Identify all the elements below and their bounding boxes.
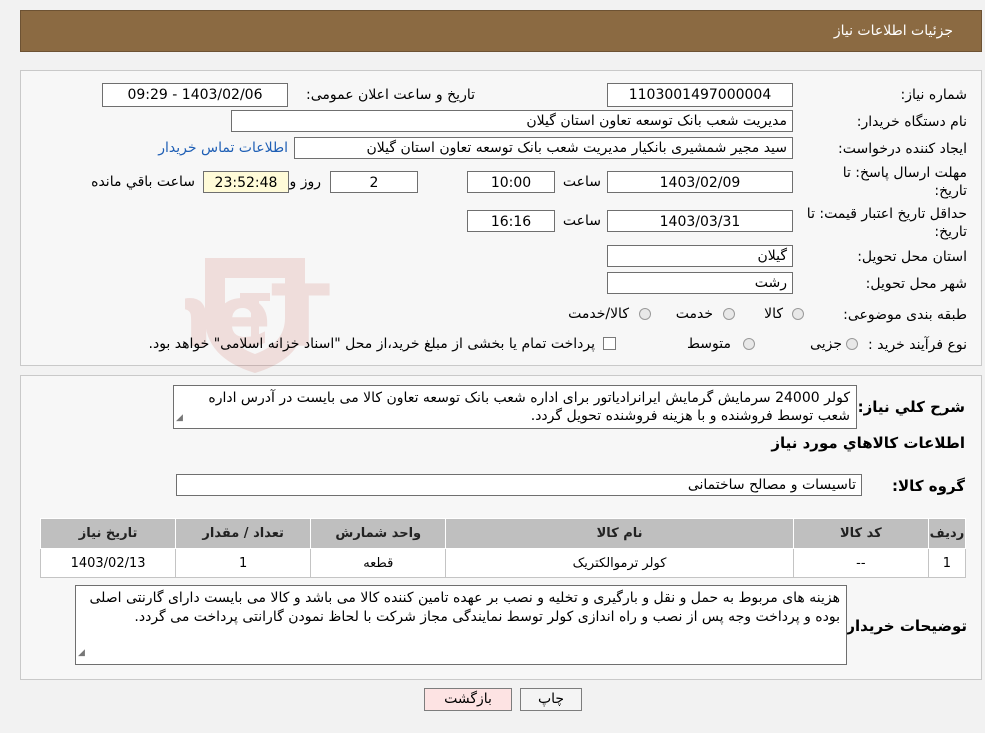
purchase-type-label: نوع فرآیند خرید : <box>868 337 967 353</box>
purchase-type-option-medium: متوسط <box>687 336 731 352</box>
deadline-time-field: 10:00 <box>467 171 555 193</box>
unit-cell: قطعه <box>310 548 447 578</box>
goods-section-title: اطلاعات کالاهاي مورد نياز <box>771 434 965 452</box>
page-header: جزئیات اطلاعات نیاز <box>20 10 982 52</box>
back-button[interactable]: بازگشت <box>424 688 512 711</box>
buyer-contact-link[interactable]: اطلاعات تماس خریدار <box>158 140 288 156</box>
purchase-type-radio-medium[interactable] <box>743 338 755 350</box>
col-item-code: کد کالا <box>792 518 929 549</box>
items-table: رديف کد کالا نام کالا واحد شمارش تعداد /… <box>39 518 967 578</box>
description-text: کولر 24000 سرمایش گرمایش ایرانرادیاتور ب… <box>208 390 850 424</box>
print-button[interactable]: چاپ <box>520 688 582 711</box>
price-validity-time-label: ساعت <box>562 213 601 229</box>
deadline-time-label: ساعت <box>562 174 601 190</box>
resize-grip-icon[interactable]: ◢ <box>176 409 183 427</box>
col-quantity: تعداد / مقدار <box>175 518 312 549</box>
category-radio-goods[interactable] <box>792 308 804 320</box>
deadline-date-field: 1403/02/09 <box>607 171 793 193</box>
goods-group-label: گروه کالا: <box>892 477 965 495</box>
deadline-days-field: 2 <box>330 171 418 193</box>
price-validity-time-field: 16:16 <box>467 210 555 232</box>
requester-field: سید مجیر شمشیری بانکیار مدیریت شعب بانک … <box>294 137 793 159</box>
remaining-time-field: 23:52:48 <box>203 171 289 193</box>
purchase-type-radio-minor[interactable] <box>846 338 858 350</box>
category-option-goods: کالا <box>764 306 783 322</box>
price-validity-label-date: تاریخ: <box>934 224 967 240</box>
buyer-org-label: نام دستگاه خریدار: <box>856 114 967 130</box>
deadline-label: مهلت ارسال پاسخ: تا <box>842 165 967 181</box>
province-field: گیلان <box>607 245 793 267</box>
col-need-date: تاریخ نیاز <box>39 518 177 549</box>
need-number-label: شماره نیاز: <box>900 87 968 103</box>
category-option-goods-service: کالا/خدمت <box>568 306 629 322</box>
province-label: استان محل تحویل: <box>857 249 967 265</box>
city-field: رشت <box>607 272 793 294</box>
page-title: جزئیات اطلاعات نیاز <box>833 23 953 39</box>
items-table-header: رديف کد کالا نام کالا واحد شمارش تعداد /… <box>39 518 967 549</box>
category-label: طبقه بندی موضوعی: <box>843 307 967 323</box>
need-date-cell: 1403/02/13 <box>39 548 177 578</box>
item-code-cell: -- <box>792 548 929 578</box>
need-number-field: 1103001497000004 <box>607 83 793 107</box>
treasury-bonds-checkbox[interactable] <box>603 337 616 350</box>
price-validity-label: حداقل تاریخ اعتبار قیمت: تا <box>806 206 967 222</box>
announce-datetime-label: تاریخ و ساعت اعلان عمومی: <box>306 87 475 103</box>
row-number-cell: 1 <box>927 548 967 578</box>
treasury-bonds-note: پرداخت تمام یا بخشی از مبلغ خرید،از محل … <box>148 336 595 352</box>
resize-grip-icon[interactable]: ◢ <box>78 644 85 663</box>
category-radio-goods-service[interactable] <box>639 308 651 320</box>
buyer-notes-text: هزینه های مربوط به حمل و نقل و بارگیری و… <box>89 590 840 625</box>
col-unit: واحد شمارش <box>310 518 447 549</box>
table-row: 1 -- کولر ترموالکتریک قطعه 1 1403/02/13 <box>39 548 967 578</box>
remaining-time-label: ساعت باقي مانده <box>91 174 195 190</box>
buyer-notes-textarea[interactable]: هزینه های مربوط به حمل و نقل و بارگیری و… <box>75 585 847 665</box>
buyer-notes-label: توضیحات خریدار: <box>840 617 967 635</box>
description-textarea[interactable]: کولر 24000 سرمایش گرمایش ایرانرادیاتور ب… <box>173 385 857 429</box>
goods-group-field: تاسیسات و مصالح ساختمانی <box>176 474 862 496</box>
col-item-name: نام کالا <box>445 518 794 549</box>
category-option-service: خدمت <box>675 306 713 322</box>
purchase-type-option-minor: جزیی <box>810 336 842 352</box>
description-label: شرح کلي نياز: <box>857 398 965 416</box>
requester-label: ایجاد کننده درخواست: <box>838 141 967 157</box>
watermark-text: AriaTender.neT <box>185 267 330 367</box>
buyer-org-field: مدیریت شعب بانک توسعه تعاون استان گیلان <box>231 110 793 132</box>
city-label: شهر محل تحویل: <box>865 276 967 292</box>
announce-datetime-field: 1403/02/06 - 09:29 <box>102 83 288 107</box>
col-row-number: رديف <box>927 518 967 549</box>
quantity-cell: 1 <box>175 548 312 578</box>
deadline-label-date: تاریخ: <box>934 183 967 199</box>
price-validity-date-field: 1403/03/31 <box>607 210 793 232</box>
item-name-cell: کولر ترموالکتریک <box>445 548 794 578</box>
category-radio-service[interactable] <box>723 308 735 320</box>
days-label: روز و <box>289 174 322 190</box>
